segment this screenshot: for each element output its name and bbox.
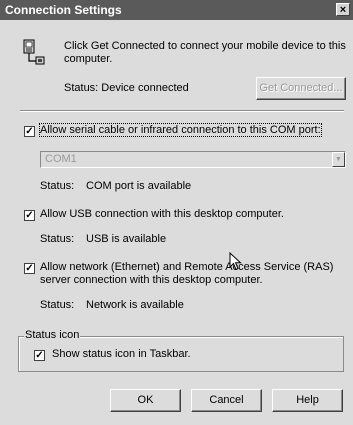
show-status-icon-label[interactable]: Show status icon in Taskbar.: [52, 348, 191, 360]
network-status-label: Status:: [40, 299, 75, 311]
status-icon-group-title: Status icon: [24, 329, 81, 341]
serial-status-value: COM port is available: [86, 180, 192, 192]
cancel-button[interactable]: Cancel: [191, 389, 262, 412]
show-status-icon-checkbox[interactable]: ✓: [34, 350, 45, 361]
mouse-pointer-icon: [229, 252, 242, 271]
usb-checkbox[interactable]: ✓: [24, 210, 35, 221]
com-port-value: COM1: [45, 153, 77, 165]
network-status-value: Network is available: [86, 299, 184, 311]
network-label-line2[interactable]: server connection with this desktop comp…: [40, 274, 263, 286]
usb-status-value: USB is available: [86, 233, 167, 245]
ok-button[interactable]: OK: [110, 389, 181, 412]
serial-checkbox[interactable]: ✓: [24, 126, 35, 137]
help-button[interactable]: Help: [272, 389, 343, 412]
network-label-line1[interactable]: Allow network (Ethernet) and Remote Acce…: [40, 261, 333, 273]
get-connected-button[interactable]: Get Connected...: [256, 77, 346, 100]
serial-status-label: Status:: [40, 180, 75, 192]
separator: [20, 110, 344, 112]
window-title: Connection Settings: [5, 3, 122, 17]
intro-text-line1: Click Get Connected to connect your mobi…: [64, 40, 346, 52]
title-bar: Connection Settings ×: [0, 0, 353, 20]
usb-status-label: Status:: [40, 233, 75, 245]
close-button[interactable]: ×: [336, 3, 350, 16]
chevron-down-icon[interactable]: ▼: [332, 152, 345, 167]
com-port-select[interactable]: COM1 ▼: [40, 151, 346, 168]
device-status: Status: Device connected: [64, 82, 189, 94]
usb-label[interactable]: Allow USB connection with this desktop c…: [40, 208, 284, 220]
serial-label[interactable]: Allow serial cable or infrared connectio…: [39, 123, 322, 137]
network-checkbox[interactable]: ✓: [24, 263, 35, 274]
handheld-device-icon: [23, 39, 45, 65]
intro-text-line2: computer.: [64, 53, 113, 65]
